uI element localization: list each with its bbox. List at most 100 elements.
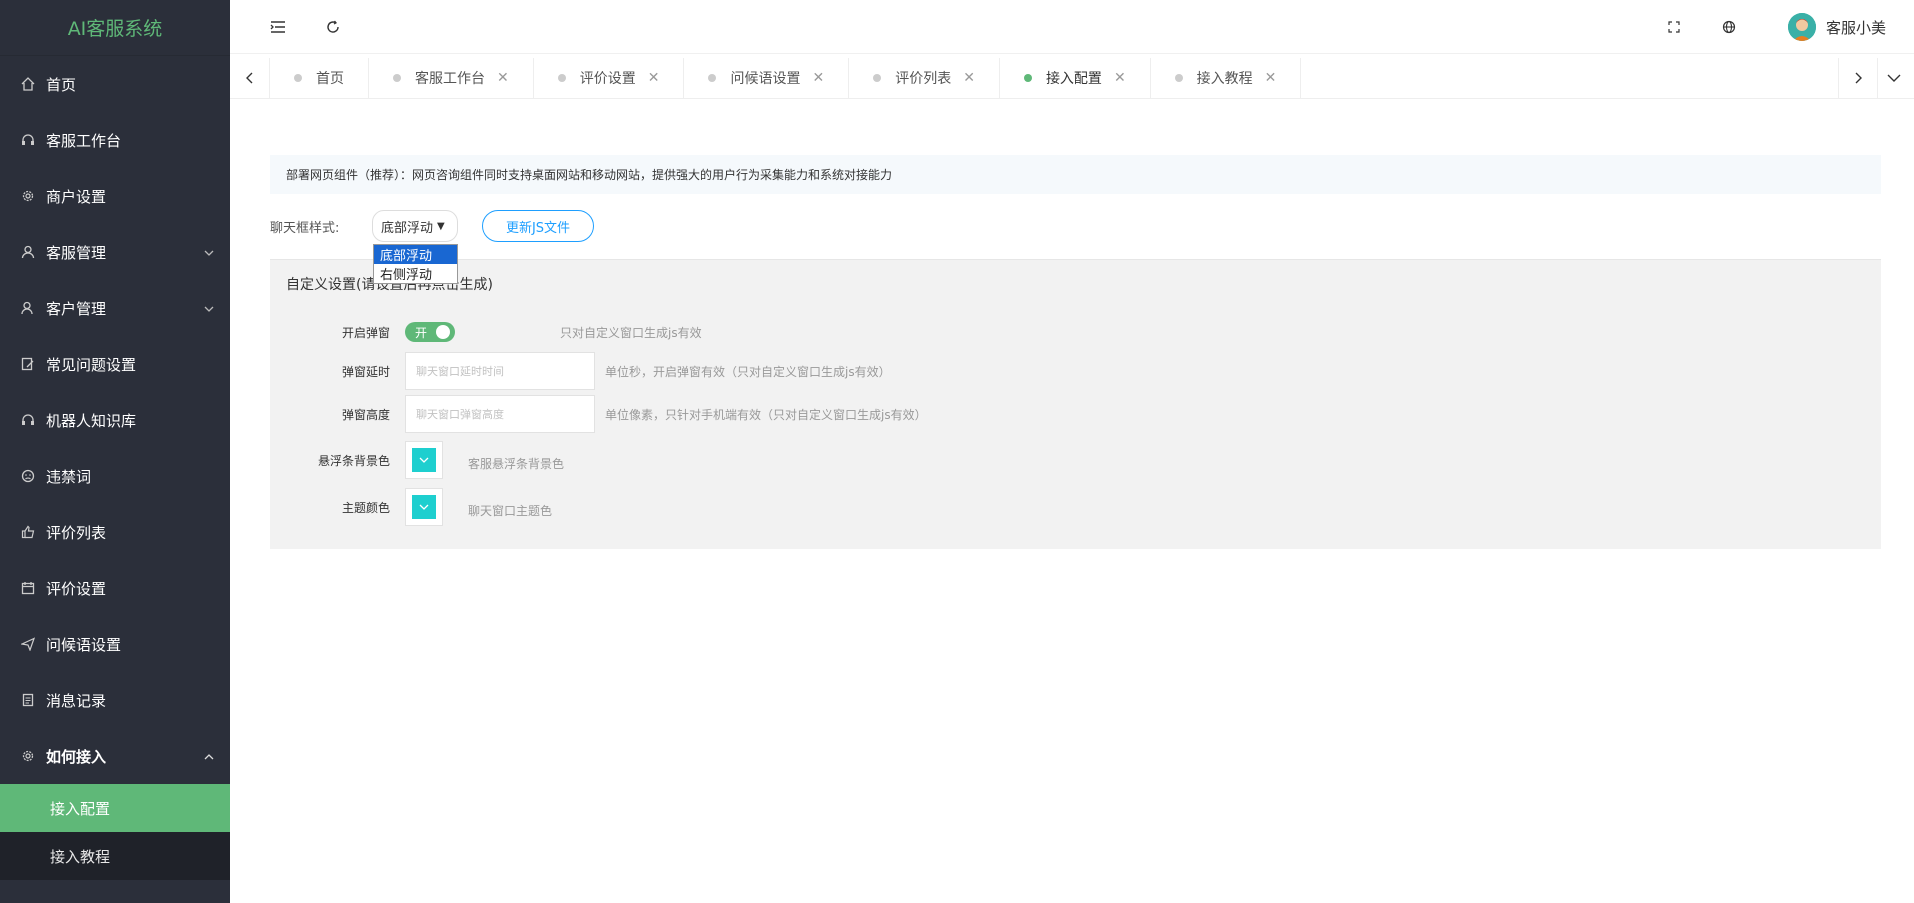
tab-review-list[interactable]: 评价列表 ✕: [849, 58, 1000, 98]
sidebar-item-review-settings[interactable]: 评价设置: [0, 560, 230, 616]
fullscreen-icon[interactable]: [1664, 17, 1684, 37]
sidebar-item-label: 首页: [46, 75, 77, 94]
integration-submenu: 接入配置 接入教程: [0, 784, 230, 880]
sidebar-subitem-access-config[interactable]: 接入配置: [0, 784, 230, 832]
height-hint: 单位像素，只针对手机端有效（只对自定义窗口生成js有效）: [605, 407, 927, 422]
theme-color-row: 主题颜色 聊天窗口主题色: [270, 488, 552, 526]
face-icon: [20, 468, 36, 484]
sidebar-item-label: 机器人知识库: [46, 411, 137, 430]
close-icon[interactable]: ✕: [497, 70, 509, 86]
tab-greetings[interactable]: 问候语设置 ✕: [684, 58, 850, 98]
sidebar-item-messages[interactable]: 消息记录: [0, 672, 230, 728]
height-input[interactable]: [405, 395, 595, 433]
tab-home[interactable]: 首页: [270, 58, 369, 98]
sidebar-item-label: 客服管理: [46, 243, 107, 262]
tab-dot: [294, 74, 302, 82]
avatar: [1787, 13, 1816, 41]
chat-style-row: 聊天框样式: 底部浮动 ▼ 更新JS文件: [270, 210, 594, 242]
sidebar-item-label: 客户管理: [46, 299, 107, 318]
theme-color-picker[interactable]: [405, 488, 443, 526]
chat-style-dropdown: 底部浮动 右侧浮动: [373, 244, 458, 284]
doc-icon: [20, 692, 36, 708]
sidebar-item-review-list[interactable]: 评价列表: [0, 504, 230, 560]
toggle-text: 开: [415, 325, 428, 340]
top-header: 客服小美: [230, 0, 1914, 54]
users-icon: [20, 300, 36, 316]
sidebar-item-label: 常见问题设置: [46, 355, 137, 374]
user-icon: [20, 244, 36, 260]
sidebar-item-greetings[interactable]: 问候语设置: [0, 616, 230, 672]
chevron-down-icon: [412, 448, 436, 472]
close-icon[interactable]: ✕: [648, 70, 660, 86]
tab-scroll-right-icon[interactable]: [1838, 58, 1878, 98]
sidebar-item-merchant[interactable]: 商户设置: [0, 168, 230, 224]
sidebar-item-staff[interactable]: 客服管理: [0, 224, 230, 280]
tab-dot: [393, 74, 401, 82]
sidebar-menu: 首页 客服工作台 商户设置 客服管理 客户管理 常见问题设置 机器人知识库 违禁…: [0, 56, 230, 784]
close-icon[interactable]: ✕: [1265, 70, 1277, 86]
sidebar-item-home[interactable]: 首页: [0, 56, 230, 112]
calendar-icon: [20, 580, 36, 596]
headset-icon: [20, 132, 36, 148]
sidebar-item-faq[interactable]: 常见问题设置: [0, 336, 230, 392]
plug-icon: [20, 748, 36, 764]
sidebar-item-workbench[interactable]: 客服工作台: [0, 112, 230, 168]
username: 客服小美: [1825, 18, 1886, 37]
custom-settings-panel: 自定义设置(请设置后再点击生成) 开启弹窗 开 只对自定义窗口生成js有效 弹窗…: [270, 259, 1881, 549]
chevron-down-icon: [204, 300, 214, 318]
chat-style-select[interactable]: 底部浮动 ▼: [372, 210, 458, 242]
sidebar: AI客服系统 首页 客服工作台 商户设置 客服管理 客户管理 常见问题设置 机器…: [0, 0, 230, 903]
close-icon[interactable]: ✕: [963, 70, 975, 86]
sidebar-item-label: 问候语设置: [46, 635, 122, 654]
user-menu[interactable]: 客服小美: [1787, 13, 1886, 41]
tab-label: 问候语设置: [730, 71, 801, 87]
chevron-down-icon: [412, 495, 436, 519]
tab-dot: [873, 74, 882, 82]
delay-label: 弹窗延时: [341, 364, 390, 379]
chevron-down-icon: [204, 244, 214, 262]
toggle-knob: [436, 325, 450, 339]
bar-color-picker[interactable]: [405, 441, 443, 479]
tab-workbench[interactable]: 客服工作台 ✕: [369, 58, 534, 98]
close-icon[interactable]: ✕: [812, 70, 824, 86]
popup-toggle[interactable]: 开: [405, 322, 455, 342]
sidebar-item-label: 评价设置: [46, 579, 107, 598]
sidebar-item-integration[interactable]: 如何接入: [0, 728, 230, 784]
sidebar-item-banned-words[interactable]: 违禁词: [0, 448, 230, 504]
close-icon[interactable]: ✕: [1114, 70, 1126, 86]
tab-bar: 首页 客服工作台 ✕ 评价设置 ✕ 问候语设置 ✕ 评价列表 ✕ 接入配置 ✕: [230, 58, 1914, 99]
sidebar-item-label: 如何接入: [46, 747, 107, 766]
thumb-icon: [20, 524, 36, 540]
sidebar-item-robot-kb[interactable]: 机器人知识库: [0, 392, 230, 448]
sidebar-item-label: 违禁词: [46, 467, 92, 486]
refresh-icon[interactable]: [323, 17, 343, 37]
send-icon: [20, 636, 36, 652]
sidebar-item-customers[interactable]: 客户管理: [0, 280, 230, 336]
delay-input[interactable]: [405, 352, 595, 390]
sidebar-item-label: 消息记录: [46, 691, 107, 710]
robot-icon: [20, 412, 36, 428]
tab-label: 评价设置: [579, 71, 636, 87]
tab-label: 客服工作台: [415, 71, 485, 87]
update-js-button[interactable]: 更新JS文件: [482, 210, 594, 242]
menu-toggle-icon[interactable]: [268, 17, 288, 37]
tab-dot: [1174, 74, 1183, 82]
theme-color-hint: 聊天窗口主题色: [468, 503, 553, 518]
chat-style-label: 聊天框样式:: [270, 220, 340, 236]
dropdown-option-bottom[interactable]: 底部浮动: [374, 245, 457, 264]
tab-label: 接入教程: [1196, 71, 1253, 87]
tab-review-settings[interactable]: 评价设置 ✕: [534, 58, 685, 98]
height-row: 弹窗高度 单位像素，只针对手机端有效（只对自定义窗口生成js有效）: [270, 395, 927, 433]
tab-menu-chevron-down-icon[interactable]: [1874, 58, 1914, 98]
globe-icon[interactable]: [1719, 17, 1739, 37]
tab-scroll-left-icon[interactable]: [230, 58, 270, 98]
gear-icon: [20, 188, 36, 204]
sidebar-item-label: 客服工作台: [46, 131, 122, 150]
tab-access-tutorial[interactable]: 接入教程 ✕: [1151, 58, 1302, 98]
tab-access-config[interactable]: 接入配置 ✕: [1000, 58, 1151, 98]
popup-label: 开启弹窗: [341, 325, 390, 340]
chevron-up-icon: [204, 748, 214, 766]
sidebar-subitem-access-tutorial[interactable]: 接入教程: [0, 832, 230, 880]
edit-icon: [20, 356, 36, 372]
dropdown-option-right[interactable]: 右侧浮动: [374, 264, 457, 283]
